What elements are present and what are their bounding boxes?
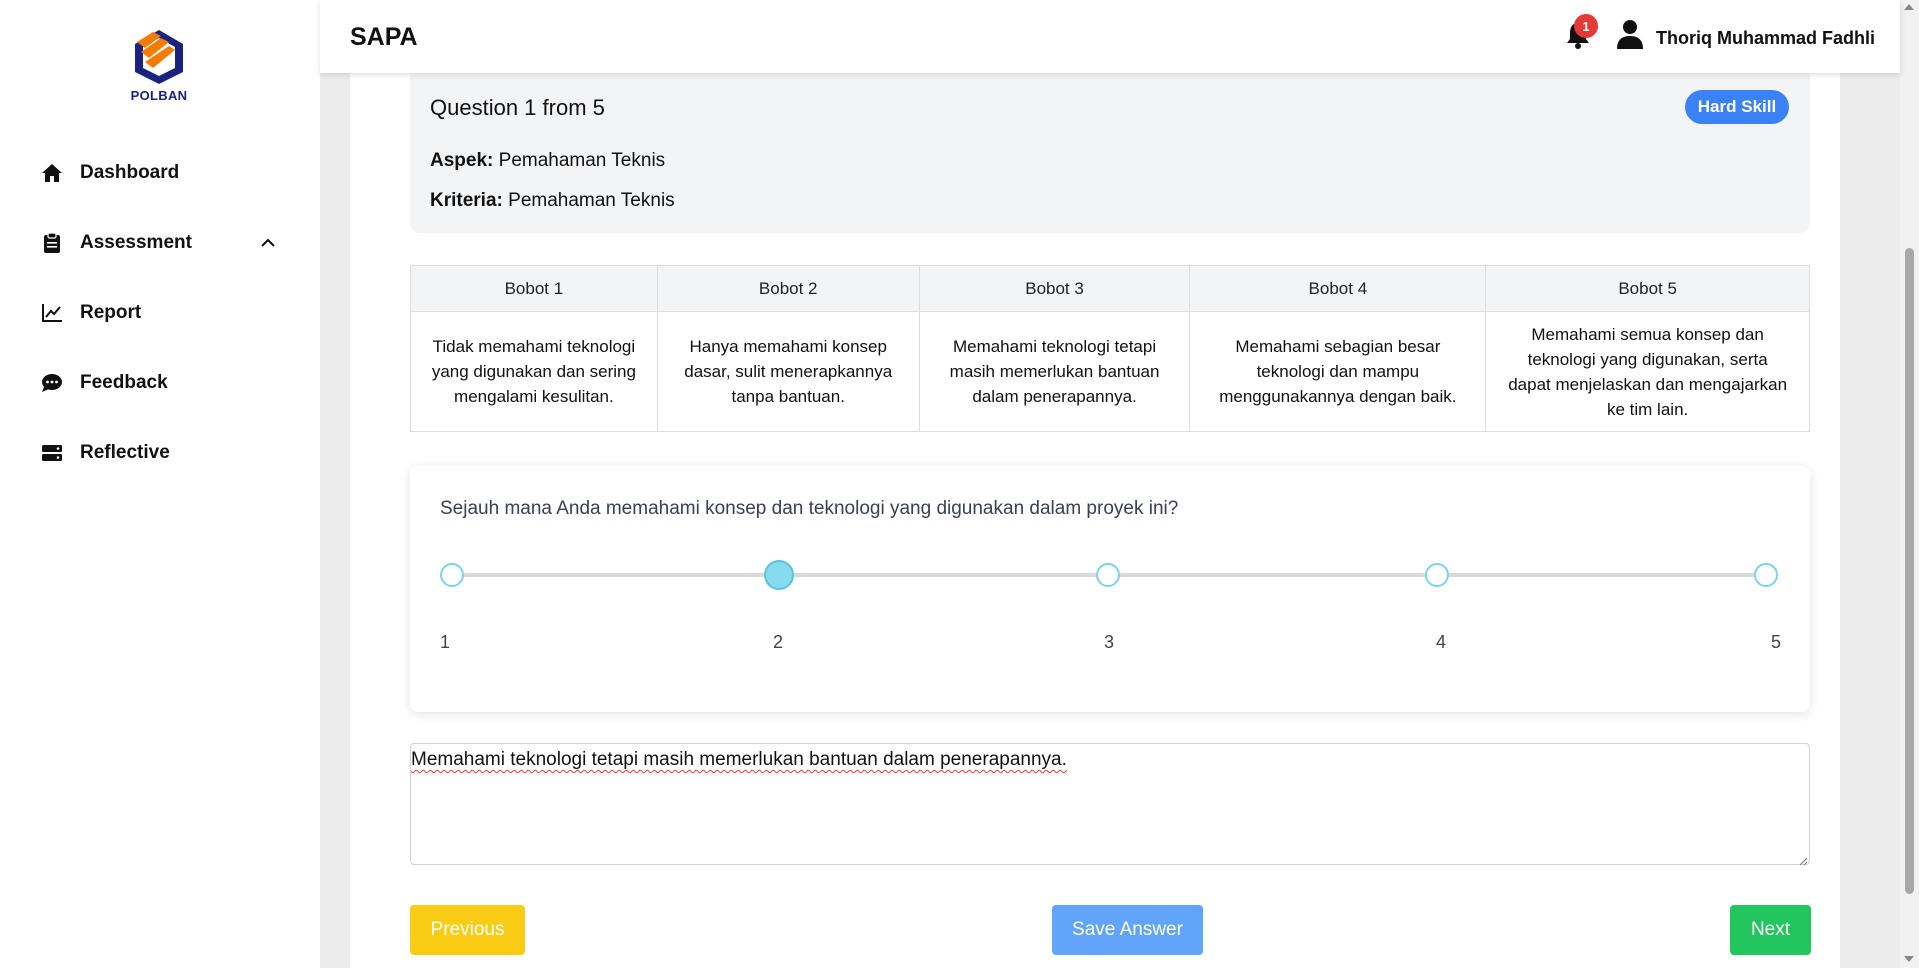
user-icon[interactable] [1616,18,1646,50]
polban-logo: POLBAN [128,28,190,103]
table-cell: Memahami teknologi tetapi masih memerluk… [918,311,1191,432]
chart-line-icon [40,301,64,325]
sidebar-item-reflective[interactable]: Reflective [40,418,284,488]
sidebar-item-feedback[interactable]: Feedback [40,348,284,418]
resize-grip-icon[interactable] [1798,853,1808,866]
previous-button[interactable]: Previous [410,905,525,955]
kriteria-row: Kriteria: Pemahaman Teknis [430,190,675,212]
logo-text: POLBAN [130,88,188,103]
scrollbar-thumb[interactable] [1905,248,1914,894]
question-title: Question 1 from 5 [430,95,605,120]
clipboard-icon [40,231,64,255]
sidebar-item-dashboard[interactable]: Dashboard [40,138,284,208]
kriteria-value: Pemahaman Teknis [508,190,675,211]
bobot-table: Bobot 1 Bobot 2 Bobot 3 Bobot 4 Bobot 5 … [410,265,1810,432]
user-name[interactable]: Thoriq Muhammad Fadhli [1656,28,1875,49]
rating-option-5[interactable] [1754,563,1778,587]
aspek-row: Aspek: Pemahaman Teknis [430,150,665,172]
sidebar-item-label: Feedback [80,372,168,393]
question-header: Question 1 from 5 Hard Skill Aspek: Pema… [410,73,1810,233]
rating-question: Sejauh mana Anda memahami konsep dan tek… [440,498,1179,519]
rating-label: 5 [1771,632,1782,652]
kriteria-label: Kriteria: [430,190,503,211]
home-icon [40,161,64,185]
sidebar-item-label: Dashboard [80,162,180,183]
table-cell: Hanya memahami konsep dasar, sulit mener… [656,311,920,432]
table-row: Tidak memahami teknologi yang digunakan … [410,311,1810,432]
column-header: Bobot 1 [410,265,658,312]
rating-card: Sejauh mana Anda memahami konsep dan tek… [410,466,1810,712]
sidebar: POLBAN Dashboard Assessment Report Feedb… [0,0,320,968]
app-title: SAPA [350,23,418,51]
rating-option-4[interactable] [1425,563,1449,587]
save-answer-button[interactable]: Save Answer [1052,905,1203,955]
rating-label: 1 [440,632,451,652]
column-header: Bobot 4 [1189,265,1487,312]
sidebar-item-label: Reflective [80,442,170,463]
answer-textarea[interactable]: Memahami teknologi tetapi masih memerluk… [410,743,1810,865]
rating-option-2[interactable] [764,560,794,590]
aspek-label: Aspek: [430,150,494,171]
scroll-up-arrow-icon[interactable] [1904,4,1914,10]
top-header: SAPA 1 Thoriq Muhammad Fadhli [320,0,1900,73]
sidebar-nav: Dashboard Assessment Report Feedback Ref… [40,138,284,488]
rating-option-3[interactable] [1096,563,1120,587]
server-icon [40,441,64,465]
aspek-value: Pemahaman Teknis [498,150,666,171]
scroll-down-arrow-icon[interactable] [1904,956,1914,962]
table-cell: Memahami semua konsep dan teknologi yang… [1485,311,1810,432]
table-cell: Tidak memahami teknologi yang digunakan … [410,311,658,432]
polban-logo-icon [135,30,183,84]
next-button[interactable]: Next [1730,905,1811,955]
table-header-row: Bobot 1 Bobot 2 Bobot 3 Bobot 4 Bobot 5 [410,265,1810,312]
answer-text: Memahami teknologi tetapi masih memerluk… [411,749,1067,770]
column-header: Bobot 5 [1485,265,1810,312]
sidebar-item-report[interactable]: Report [40,278,284,348]
sidebar-item-assessment[interactable]: Assessment [40,208,284,278]
notification-badge: 1 [1574,14,1598,38]
skill-badge: Hard Skill [1685,90,1789,124]
column-header: Bobot 2 [656,265,920,312]
rating-option-1[interactable] [440,563,464,587]
chevron-up-icon[interactable] [260,232,276,254]
column-header: Bobot 3 [918,265,1191,312]
chat-bubble-icon [40,371,64,395]
rating-label: 4 [1436,632,1447,652]
sidebar-item-label: Assessment [80,232,192,253]
table-cell: Memahami sebagian besar teknologi dan ma… [1189,311,1487,432]
rating-label: 3 [1104,632,1115,652]
rating-label: 2 [773,632,784,652]
sidebar-item-label: Report [80,302,142,323]
